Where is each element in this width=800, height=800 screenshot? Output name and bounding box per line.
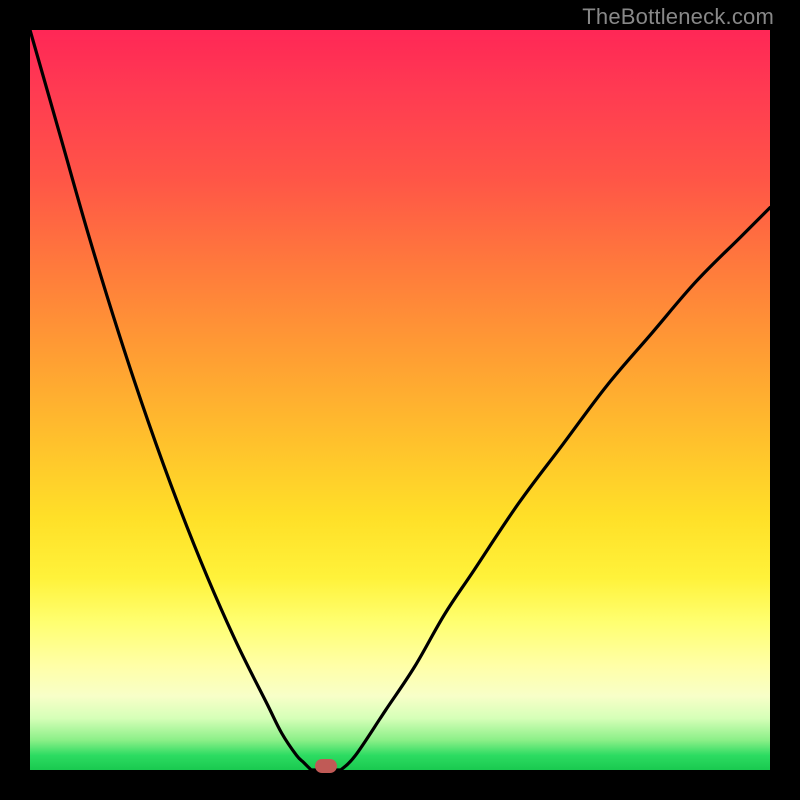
chart-frame: TheBottleneck.com: [0, 0, 800, 800]
valley-marker: [315, 759, 337, 773]
plot-area: [30, 30, 770, 770]
watermark-text: TheBottleneck.com: [582, 4, 774, 30]
bottleneck-curve: [30, 30, 770, 770]
